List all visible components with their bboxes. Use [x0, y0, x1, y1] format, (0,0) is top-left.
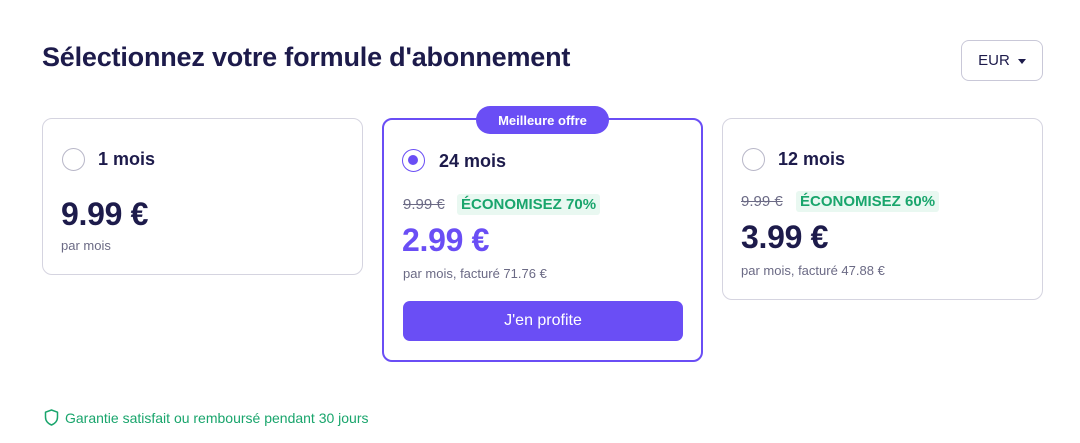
best-offer-badge: Meilleure offre — [476, 106, 609, 134]
page-title: Sélectionnez votre formule d'abonnement — [42, 42, 571, 72]
plan-card-12-months[interactable]: 12 mois 9.99 € ÉCONOMISEZ 60% 3.99 € par… — [722, 118, 1043, 300]
guarantee-note: Garantie satisfait ou remboursé pendant … — [44, 409, 369, 426]
guarantee-text: Garantie satisfait ou remboursé pendant … — [65, 409, 369, 426]
plan-subtext: par mois, facturé 71.76 € — [403, 266, 547, 281]
plan-subtext: par mois — [61, 238, 111, 253]
currency-select[interactable]: EUR — [961, 40, 1043, 81]
savings-badge: ÉCONOMISEZ 60% — [796, 191, 940, 212]
plan-subtext: par mois, facturé 47.88 € — [741, 263, 885, 278]
plan-card-1-month[interactable]: 1 mois 9.99 € par mois — [42, 118, 363, 275]
plan-price: 3.99 € — [741, 219, 829, 255]
plan-old-price: 9.99 € — [403, 196, 445, 213]
plan-radio[interactable] — [402, 149, 425, 172]
plan-radio[interactable] — [62, 148, 85, 171]
savings-badge: ÉCONOMISEZ 70% — [457, 194, 601, 215]
plan-old-price: 9.99 € — [741, 193, 783, 210]
plan-price: 9.99 € — [61, 196, 149, 232]
currency-value: EUR — [978, 52, 1010, 69]
plan-card-24-months[interactable]: 24 mois 9.99 € ÉCONOMISEZ 70% 2.99 € par… — [382, 118, 703, 362]
caret-down-icon — [1017, 58, 1026, 64]
plan-label: 1 mois — [98, 149, 156, 169]
get-offer-button[interactable]: J'en profite — [403, 301, 683, 341]
shield-icon — [44, 409, 59, 426]
plan-label: 24 mois — [439, 151, 507, 171]
subscription-page: Sélectionnez votre formule d'abonnement … — [0, 0, 1080, 443]
plan-label: 12 mois — [778, 149, 846, 169]
plan-radio[interactable] — [742, 148, 765, 171]
plan-price: 2.99 € — [402, 222, 490, 258]
